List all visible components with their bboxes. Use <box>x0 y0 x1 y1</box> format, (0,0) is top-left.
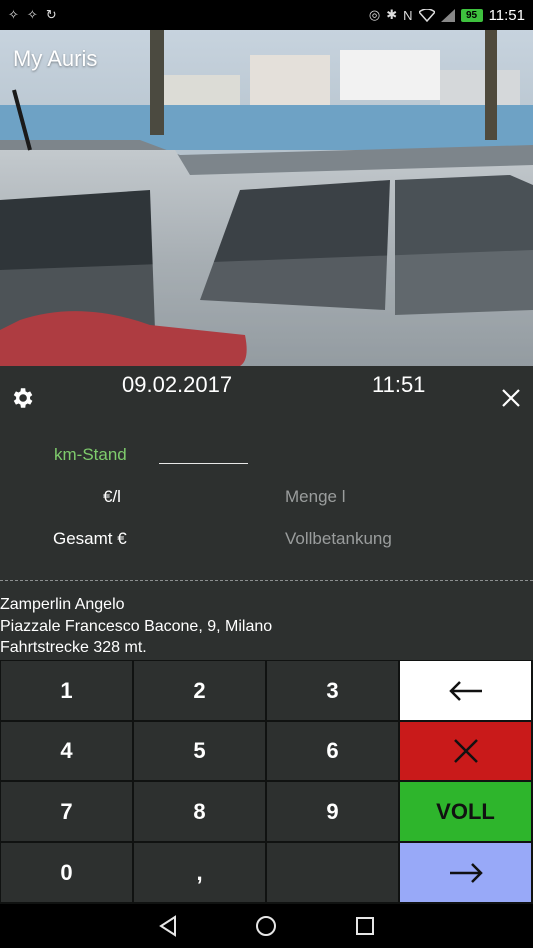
gear-icon[interactable] <box>9 385 35 411</box>
arrow-left-icon <box>448 680 482 701</box>
back-icon[interactable] <box>156 914 180 938</box>
km-input[interactable] <box>159 444 248 464</box>
key-5[interactable]: 5 <box>134 722 265 780</box>
status-clock: 11:51 <box>488 6 525 24</box>
arrow-right-icon <box>449 862 483 883</box>
full-tank-field[interactable]: Vollbetankung <box>285 529 392 549</box>
car-illustration <box>0 30 533 366</box>
signal-icon <box>440 8 455 22</box>
full-tank-button[interactable]: VOLL <box>400 782 531 841</box>
app-title: My Auris <box>13 46 98 71</box>
price-per-liter-field[interactable]: €/l <box>103 487 121 507</box>
key-0[interactable]: 0 <box>1 843 132 902</box>
key-blank <box>267 843 398 902</box>
refuel-date[interactable]: 09.02.2017 <box>122 372 232 398</box>
key-4[interactable]: 4 <box>1 722 132 780</box>
keypad: 1 2 3 4 5 6 7 8 9 VOLL 0 , <box>0 660 533 904</box>
trip-distance: Fahrtstrecke 328 mt. <box>0 639 147 656</box>
sync-icon: ↻ <box>45 7 57 22</box>
status-right-icons: ◎ ✱ N 95 11:51 <box>369 7 525 24</box>
key-3[interactable]: 3 <box>267 661 398 720</box>
home-icon[interactable] <box>254 914 278 938</box>
station-name: Zamperlin Angelo <box>0 596 125 613</box>
x-icon <box>453 739 478 763</box>
km-label: km-Stand <box>54 445 127 464</box>
close-icon[interactable] <box>500 387 522 409</box>
key-7[interactable]: 7 <box>1 782 132 841</box>
usb-icon: ✧ <box>26 7 38 22</box>
bluetooth-icon: ✱ <box>386 7 398 22</box>
key-6[interactable]: 6 <box>267 722 398 780</box>
navigation-bar <box>0 904 533 948</box>
refuel-time[interactable]: 11:51 <box>372 372 425 398</box>
clear-button[interactable] <box>400 722 531 780</box>
location-icon: ◎ <box>368 7 381 22</box>
key-1[interactable]: 1 <box>1 661 132 720</box>
divider <box>0 580 533 581</box>
key-2[interactable]: 2 <box>134 661 265 720</box>
car-photo: My Auris <box>0 30 533 366</box>
next-button[interactable] <box>400 843 531 902</box>
station-address: Piazzale Francesco Bacone, 9, Milano <box>0 618 273 635</box>
battery-icon: 95 <box>460 8 483 22</box>
backspace-button[interactable] <box>400 661 531 720</box>
status-bar: ✧ ✧ ↻ ◎ ✱ N 95 11:51 <box>0 0 533 30</box>
status-left-icons: ✧ ✧ ↻ <box>8 7 57 23</box>
refuel-panel: 09.02.2017 11:51 km-Stand €/l Menge l Ge… <box>0 366 533 660</box>
quantity-field[interactable]: Menge l <box>285 487 345 507</box>
wifi-icon <box>418 8 435 22</box>
key-9[interactable]: 9 <box>267 782 398 841</box>
recents-icon[interactable] <box>353 914 377 938</box>
key-8[interactable]: 8 <box>134 782 265 841</box>
nfc-icon: N <box>403 7 413 23</box>
total-field[interactable]: Gesamt € <box>53 529 127 549</box>
usb-icon: ✧ <box>8 7 19 22</box>
key-comma[interactable]: , <box>134 843 265 902</box>
